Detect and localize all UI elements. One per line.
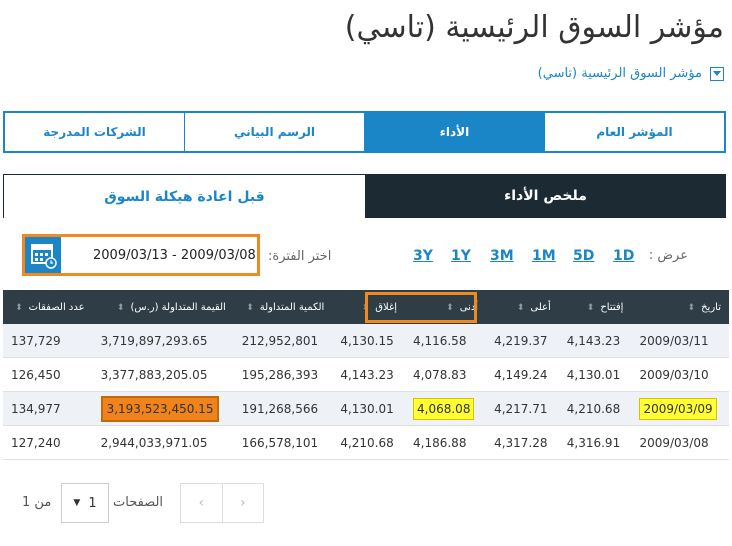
period-1m[interactable]: 1M: [532, 248, 556, 264]
col-high[interactable]: أعلى ⬍: [486, 290, 559, 324]
cell-value: 3,377,883,205.05: [92, 357, 234, 392]
low-close-highlight-box: [365, 292, 477, 323]
sub-tabs: ملخص الأداء قبل اعادة هيكلة السوق: [3, 174, 726, 218]
col-value-label: القيمة المتداولة (ر.س): [130, 301, 226, 313]
total-pages: 1: [22, 495, 31, 510]
cell-low: 4,186.88: [405, 425, 487, 460]
page-select[interactable]: ▼ 1: [61, 483, 109, 523]
cell-value: 3,193,523,450.15: [92, 391, 234, 426]
next-page-button[interactable]: ›: [223, 484, 264, 522]
pager-arrows: ‹ ›: [180, 483, 264, 523]
cell-low: 4,068.08: [405, 391, 487, 426]
period-5d[interactable]: 5D: [573, 248, 594, 264]
cell-date: 2009/03/09: [631, 391, 729, 426]
page-select-caret-icon: ▼: [73, 498, 81, 508]
col-open[interactable]: إفتتاح ⬍: [558, 290, 632, 324]
col-date-label: تاريخ: [701, 301, 721, 313]
cell-low: 4,116.58: [405, 324, 487, 358]
col-high-label: أعلى: [530, 301, 551, 313]
cell-value: 3,719,897,293.65: [92, 324, 234, 358]
cell-high: 4,219.37: [486, 324, 559, 358]
col-trades-label: عدد الصفقات: [28, 301, 85, 313]
tab-before-restructure[interactable]: قبل اعادة هيكلة السوق: [3, 174, 365, 218]
col-volume-label: الكمية المتداولة: [259, 301, 325, 313]
cell-date: 2009/03/10: [631, 357, 729, 392]
table-row: 2009/03/08 4,316.91 4,317.28 4,186.88 4,…: [3, 425, 729, 460]
period-1y[interactable]: 1Y: [451, 248, 471, 264]
sort-icon[interactable]: ⬍: [117, 303, 125, 313]
table-row: 2009/03/09 4,210.68 4,217.71 4,068.08 4,…: [3, 391, 729, 426]
cell-close: 4,143.23: [332, 357, 406, 392]
cell-close: 4,130.01: [332, 391, 406, 426]
highlight-date: 2009/03/09: [639, 397, 717, 420]
tab-general-index[interactable]: المؤشر العام: [544, 113, 724, 151]
period-3y[interactable]: 3Y: [413, 248, 433, 264]
sort-icon[interactable]: ⬍: [246, 303, 254, 313]
cell-low: 4,078.83: [405, 357, 487, 392]
period-1d[interactable]: 1D: [613, 248, 634, 264]
col-volume[interactable]: الكمية المتداولة ⬍: [233, 290, 333, 324]
sub-nav[interactable]: مؤشر السوق الرئيسية (تاسي): [538, 66, 724, 81]
cell-trades: 127,240: [3, 425, 93, 460]
tab-performance[interactable]: الأداء: [364, 113, 544, 151]
tab-chart[interactable]: الرسم البياني: [184, 113, 364, 151]
tab-performance-summary[interactable]: ملخص الأداء: [365, 174, 726, 218]
cell-high: 4,217.71: [486, 391, 559, 426]
prev-page-button[interactable]: ‹: [181, 484, 223, 522]
cell-date: 2009/03/08: [631, 425, 729, 460]
sort-icon[interactable]: ⬍: [688, 303, 696, 313]
top-tabs: المؤشر العام الأداء الرسم البياني الشركا…: [3, 111, 726, 153]
pages-label: الصفحات: [113, 495, 164, 510]
date-range-value[interactable]: 2009/03/13 - 2009/03/08: [93, 248, 256, 263]
cell-trades: 126,450: [3, 357, 93, 392]
page-total: من 1: [22, 495, 51, 510]
period-3m[interactable]: 3M: [490, 248, 514, 264]
cell-close: 4,130.15: [332, 324, 406, 358]
col-open-label: إفتتاح: [600, 301, 624, 313]
cell-trades: 134,977: [3, 391, 93, 426]
period-label: اختر الفترة:: [268, 249, 332, 264]
table-row: 2009/03/10 4,130.01 4,149.24 4,078.83 4,…: [3, 357, 729, 392]
sort-icon[interactable]: ⬍: [15, 303, 23, 313]
col-date[interactable]: تاريخ ⬍: [631, 290, 729, 324]
cell-high: 4,317.28: [486, 425, 559, 460]
cell-high: 4,149.24: [486, 357, 559, 392]
date-range-picker[interactable]: 2009/03/13 - 2009/03/08: [22, 234, 260, 276]
cell-open: 4,143.23: [558, 324, 632, 358]
col-value[interactable]: القيمة المتداولة (ر.س) ⬍: [92, 290, 234, 324]
cell-close: 4,210.68: [332, 425, 406, 460]
page-title: مؤشر السوق الرئيسية (تاسي): [344, 10, 724, 45]
cell-volume: 195,286,393: [233, 357, 333, 392]
cell-volume: 191,268,566: [233, 391, 333, 426]
chevron-down-icon[interactable]: [710, 66, 724, 81]
highlight-low: 4,068.08: [413, 397, 475, 420]
of-label: من: [34, 495, 52, 510]
cell-volume: 212,952,801: [233, 324, 333, 358]
cell-value: 2,944,033,971.05: [92, 425, 234, 460]
table-row: 2009/03/11 4,143.23 4,219.37 4,116.58 4,…: [3, 324, 729, 358]
cell-open: 4,210.68: [558, 391, 632, 426]
sort-icon[interactable]: ⬍: [517, 303, 525, 313]
tab-listed-companies[interactable]: الشركات المدرجة: [5, 113, 184, 151]
sort-icon[interactable]: ⬍: [587, 303, 595, 313]
cell-date: 2009/03/11: [631, 324, 729, 358]
calendar-icon[interactable]: [25, 237, 61, 273]
cell-trades: 137,729: [3, 324, 93, 358]
cell-open: 4,130.01: [558, 357, 632, 392]
cell-volume: 166,578,101: [233, 425, 333, 460]
cell-open: 4,316.91: [558, 425, 632, 460]
sub-nav-label[interactable]: مؤشر السوق الرئيسية (تاسي): [538, 66, 702, 81]
col-trades[interactable]: عدد الصفقات ⬍: [3, 290, 93, 324]
show-label: عرض :: [648, 248, 688, 263]
highlight-value: 3,193,523,450.15: [100, 395, 220, 422]
page-select-value: 1: [88, 495, 97, 511]
